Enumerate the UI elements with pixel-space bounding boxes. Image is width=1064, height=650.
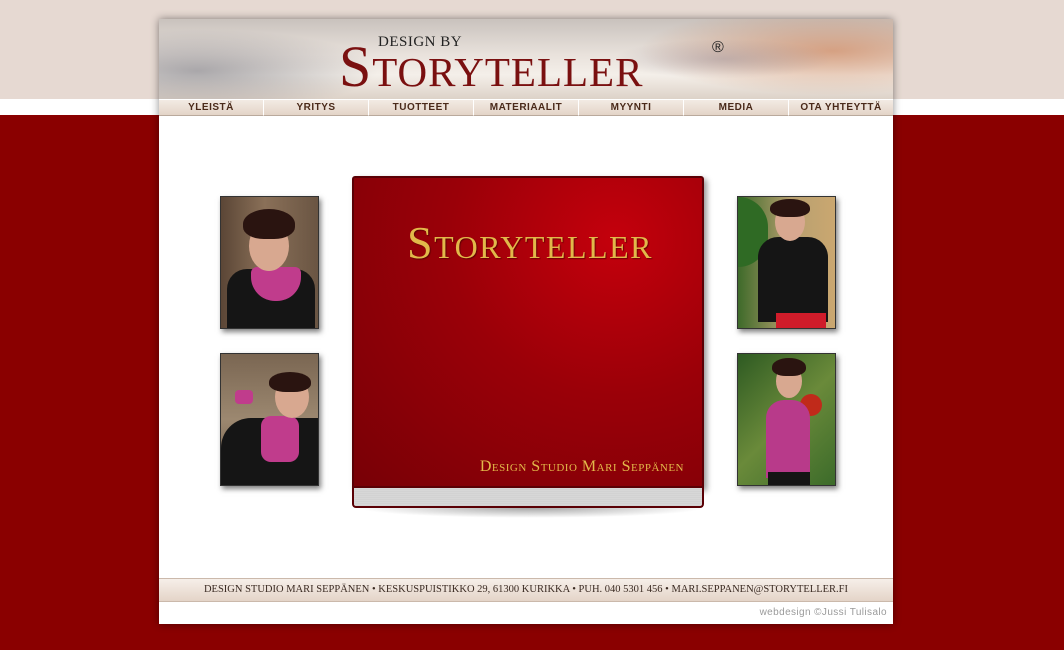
registered-mark: ® [712,39,724,56]
logo-wordmark: Storyteller [339,34,644,99]
photo-cardigan[interactable] [737,196,836,329]
footer-contact: DESIGN STUDIO MARI SEPPÄNEN • KESKUSPUIS… [159,578,893,602]
photo-scarf-portrait[interactable] [220,196,319,329]
book-subtitle: Design Studio Mari Seppänen [479,458,684,475]
photo-pink-top[interactable] [737,353,836,486]
book-title: Storyteller [407,217,653,268]
photo-scarf-lying[interactable] [220,353,319,486]
nav-item-tuotteet[interactable]: TUOTTEET [369,100,474,116]
nav-item-materiaalit[interactable]: MATERIAALIT [474,100,579,116]
page-container: DESIGN BY Storyteller ® YLEISTÄ YRITYS T… [159,19,893,624]
book-cover: Storyteller Design Studio Mari Seppänen [352,176,704,488]
book-pages [352,488,704,508]
nav-item-ota-yhteytta[interactable]: OTA YHTEYTTÄ [789,100,893,116]
nav-item-myynti[interactable]: MYYNTI [579,100,684,116]
storyteller-book[interactable]: Storyteller Design Studio Mari Seppänen [352,176,704,518]
main-navigation: YLEISTÄ YRITYS TUOTTEET MATERIAALIT MYYN… [159,100,893,116]
book-shadow [358,508,704,518]
webdesign-credit-link[interactable]: webdesign ©Jussi Tulisalo [760,607,887,618]
nav-item-media[interactable]: MEDIA [684,100,789,116]
site-header: DESIGN BY Storyteller ® [159,19,893,99]
nav-item-yleista[interactable]: YLEISTÄ [159,100,264,116]
nav-item-yritys[interactable]: YRITYS [264,100,369,116]
